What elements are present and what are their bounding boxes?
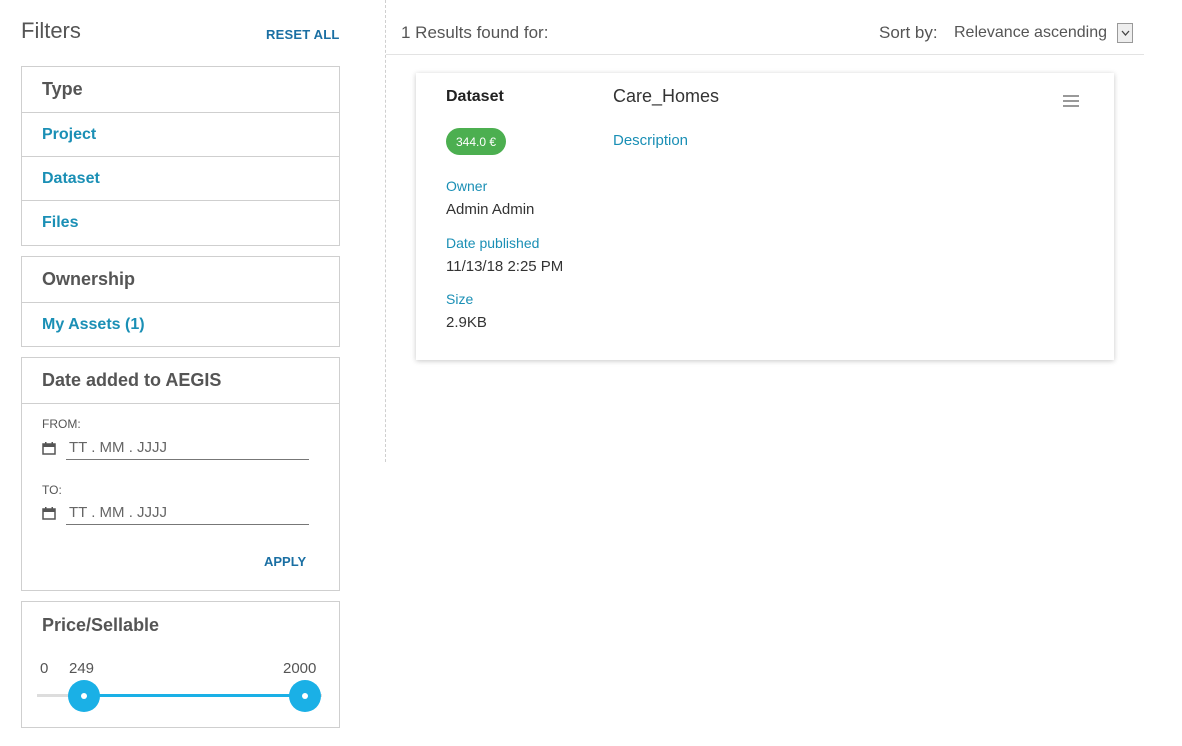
price-badge: 344.0 € <box>446 128 507 155</box>
result-title[interactable]: Care_Homes <box>613 86 719 107</box>
size-value: 2.9KB <box>446 314 487 331</box>
sort-label: Sort by: <box>879 23 938 42</box>
result-type: Dataset <box>446 88 504 105</box>
price-high-value: 2000 <box>283 660 317 677</box>
type-filter-project[interactable]: Project <box>22 113 339 157</box>
ownership-filter-panel: Ownership My Assets (1) <box>21 256 340 347</box>
result-card[interactable]: Dataset Care_Homes 344.0 € Description O… <box>416 73 1114 360</box>
reset-all-button[interactable]: RESET ALL <box>266 27 340 42</box>
price-min-label: 0 <box>40 660 49 677</box>
price-filter-heading: Price/Sellable <box>42 614 160 635</box>
date-published-label: Date published <box>446 235 540 251</box>
hamburger-menu-icon[interactable] <box>1063 95 1079 109</box>
sort-selected-value: Relevance ascending <box>954 24 1107 41</box>
results-divider <box>386 54 1144 55</box>
date-filter-panel: Date added to AEGIS FROM: TO: APPLY <box>21 357 340 591</box>
type-filter-heading: Type <box>22 67 339 113</box>
type-filter-panel: Type Project Dataset Files <box>21 66 340 246</box>
to-date-label: TO: <box>42 483 62 497</box>
price-slider-high-handle[interactable] <box>289 680 321 712</box>
filters-title: Filters <box>21 18 81 43</box>
from-date-label: FROM: <box>42 417 81 431</box>
sort-select[interactable]: Relevance ascending <box>954 22 1133 44</box>
from-date-input[interactable] <box>66 436 309 460</box>
calendar-icon <box>42 507 56 520</box>
apply-date-button[interactable]: APPLY <box>264 554 306 569</box>
to-date-input[interactable] <box>66 501 309 525</box>
owner-label: Owner <box>446 178 488 194</box>
ownership-filter-my-assets[interactable]: My Assets (1) <box>22 303 339 347</box>
chevron-down-icon[interactable] <box>1117 23 1133 43</box>
price-low-value: 249 <box>69 660 95 677</box>
price-slider-low-handle[interactable] <box>68 680 100 712</box>
description-link[interactable]: Description <box>613 132 688 149</box>
date-published-value: 11/13/18 2:25 PM <box>446 258 564 275</box>
type-filter-files[interactable]: Files <box>22 201 339 245</box>
results-count: 1 Results found for: <box>401 23 549 42</box>
ownership-filter-heading: Ownership <box>22 257 339 303</box>
price-filter-panel: Price/Sellable 0 249 2000 <box>21 601 340 728</box>
calendar-icon <box>42 442 56 455</box>
owner-value: Admin Admin <box>446 201 535 218</box>
type-filter-dataset[interactable]: Dataset <box>22 157 339 201</box>
date-filter-heading: Date added to AEGIS <box>22 358 339 404</box>
sidebar-divider <box>385 0 386 462</box>
price-slider-range <box>84 694 305 697</box>
size-label: Size <box>446 291 474 307</box>
